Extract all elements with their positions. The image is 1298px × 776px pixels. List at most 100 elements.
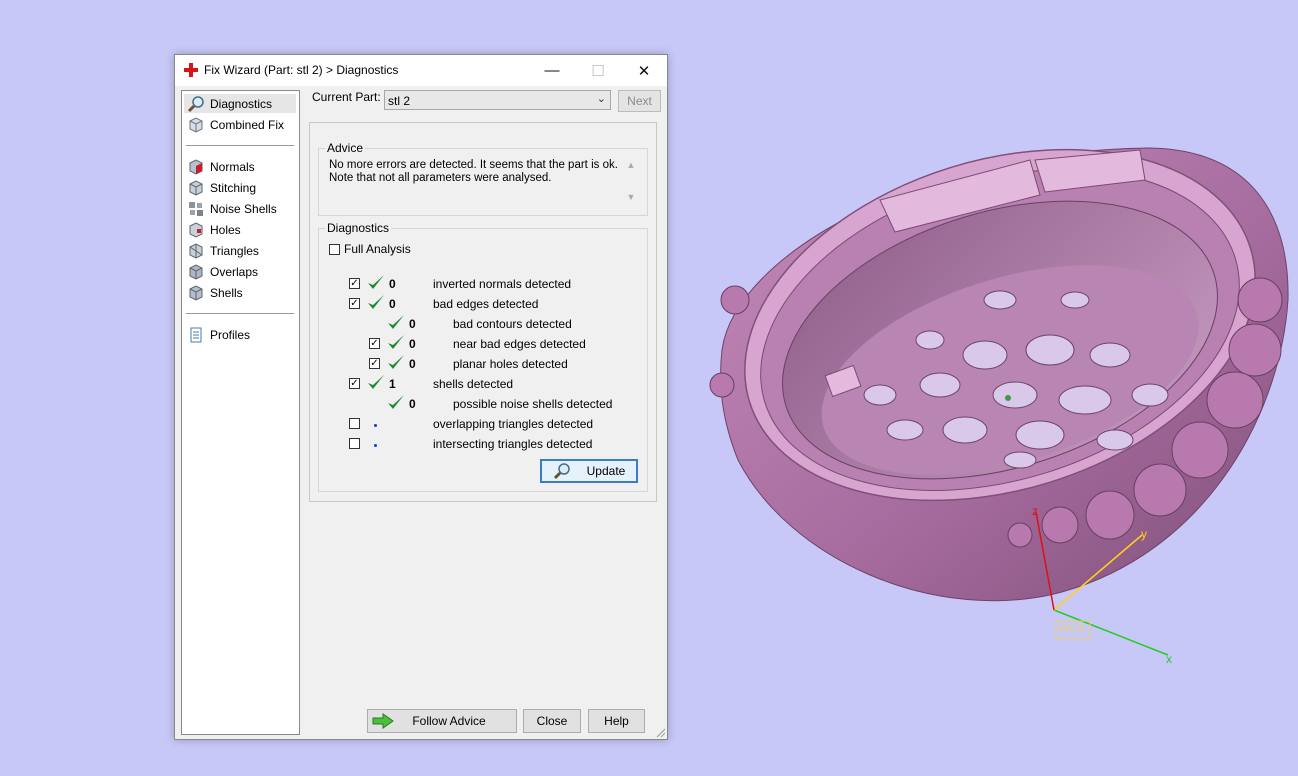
sidebar-item-overlaps[interactable]: Overlaps xyxy=(184,262,296,281)
update-button[interactable]: Update xyxy=(540,459,638,483)
sidebar-item-label: Triangles xyxy=(210,243,259,258)
overlaps-cube-icon xyxy=(189,263,203,280)
magnifier-icon xyxy=(553,463,570,480)
diagnostic-label: bad contours detected xyxy=(453,317,572,331)
diagnostic-label: possible noise shells detected xyxy=(453,397,613,411)
diagnostic-count: 1 xyxy=(389,377,396,391)
red-cross-icon xyxy=(184,63,198,77)
diagnostic-count: 0 xyxy=(389,277,396,291)
advice-line: Note that not all parameters were analys… xyxy=(329,172,552,184)
sidebar-item-label: Shells xyxy=(210,285,243,300)
shells-cube-icon xyxy=(189,284,203,301)
follow-advice-label: Follow Advice xyxy=(412,714,486,728)
document-icon xyxy=(190,327,202,342)
close-window-button[interactable]: ✕ xyxy=(621,55,667,86)
sidebar-item-label: Profiles xyxy=(210,327,251,342)
advice-text: No more errors are detected. It seems th… xyxy=(329,159,641,211)
diagnostic-label: shells detected xyxy=(433,377,514,391)
minimize-button[interactable]: — xyxy=(529,55,575,86)
scroll-down-icon: ▼ xyxy=(626,192,636,202)
maximize-button[interactable]: ☐ xyxy=(575,55,621,86)
diagnostic-count: 0 xyxy=(409,357,416,371)
sidebar-item-label: Diagnostics xyxy=(210,96,273,111)
sidebar-item-label: Combined Fix xyxy=(210,117,285,132)
full-analysis-checkbox[interactable] xyxy=(329,244,340,255)
current-part-dropdown[interactable]: stl 2 ⌄ xyxy=(384,90,611,110)
update-label: Update xyxy=(586,464,626,478)
magnifier-icon xyxy=(187,95,204,112)
sidebar-item-noise-shells[interactable]: Noise Shells xyxy=(184,199,296,218)
diagnostic-label: overlapping triangles detected xyxy=(433,417,594,431)
check-mark-icon xyxy=(368,375,384,389)
diagnostic-checkbox[interactable]: ✓ xyxy=(369,338,380,349)
diagnostics-title: Diagnostics xyxy=(325,221,392,235)
diagnostic-checkbox[interactable]: ✓ xyxy=(349,278,360,289)
diagnostic-checkbox[interactable]: ✓ xyxy=(349,298,360,309)
y-axis-label: y xyxy=(1141,527,1147,541)
close-button[interactable]: Close xyxy=(523,709,581,733)
diagnostic-count: 0 xyxy=(409,337,416,351)
window-title: Fix Wizard (Part: stl 2) > Diagnostics xyxy=(204,63,399,77)
diagnostic-checkbox[interactable]: ✓ xyxy=(369,358,380,369)
next-button[interactable]: Next xyxy=(618,90,661,112)
z-axis-label: z xyxy=(1032,504,1038,518)
current-part-value: stl 2 xyxy=(388,94,411,108)
advice-title: Advice xyxy=(325,141,366,155)
fix-sidebar: Diagnostics Combined Fix Normals Stitchi… xyxy=(181,90,300,735)
help-button[interactable]: Help xyxy=(588,709,645,733)
sidebar-item-label: Normals xyxy=(210,159,255,174)
sidebar-item-normals[interactable]: Normals xyxy=(184,157,296,176)
holes-cube-icon xyxy=(189,221,203,238)
triangles-cube-icon xyxy=(189,242,203,259)
wcs-label: WCS xyxy=(1059,623,1085,635)
full-analysis-label: Full Analysis xyxy=(344,242,411,256)
advice-line: No more errors are detected. It seems th… xyxy=(329,159,618,171)
sidebar-item-label: Noise Shells xyxy=(210,201,277,216)
diagnostic-label: planar holes detected xyxy=(453,357,568,371)
diagnostic-label: inverted normals detected xyxy=(433,277,572,291)
sidebar-item-diagnostics[interactable]: Diagnostics xyxy=(184,94,296,113)
sidebar-item-label: Stitching xyxy=(210,180,257,195)
sidebar-item-label: Holes xyxy=(210,222,241,237)
normals-cube-icon xyxy=(189,158,203,175)
follow-advice-button[interactable]: Follow Advice xyxy=(367,709,517,733)
stitching-cube-icon xyxy=(189,179,203,196)
current-part-label: Current Part: xyxy=(312,90,381,104)
green-arrow-icon xyxy=(372,713,394,729)
sidebar-item-holes[interactable]: Holes xyxy=(184,220,296,239)
noise-shells-icon xyxy=(189,201,203,216)
sidebar-item-profiles[interactable]: Profiles xyxy=(184,325,296,344)
chevron-down-icon: ⌄ xyxy=(596,93,606,105)
diagnostic-label: near bad edges detected xyxy=(453,337,586,351)
ring-model xyxy=(709,147,1289,602)
scroll-up-icon: ▲ xyxy=(626,160,636,170)
check-mark-icon xyxy=(368,295,384,309)
check-mark-icon xyxy=(388,315,404,329)
x-axis-label: x xyxy=(1166,652,1172,666)
diagnostic-checkbox[interactable]: ✓ xyxy=(349,378,360,389)
diagnostic-count: 0 xyxy=(389,297,396,311)
diagnostic-label: bad edges detected xyxy=(433,297,539,311)
diagnostic-checkbox[interactable] xyxy=(349,418,360,429)
cube-stack-icon xyxy=(189,116,203,133)
sidebar-item-stitching[interactable]: Stitching xyxy=(184,178,296,197)
sidebar-divider xyxy=(186,313,294,314)
check-mark-icon xyxy=(368,275,384,289)
pending-dot-icon xyxy=(374,424,377,427)
check-mark-icon xyxy=(388,335,404,349)
diagnostic-checkbox[interactable] xyxy=(349,438,360,449)
diagnostic-label: intersecting triangles detected xyxy=(433,437,593,451)
resize-grip-icon[interactable] xyxy=(655,727,665,737)
advice-scrollbar[interactable]: ▲ ▼ xyxy=(623,160,639,210)
diagnostic-count: 0 xyxy=(409,397,416,411)
sidebar-item-combined-fix[interactable]: Combined Fix xyxy=(184,115,296,134)
sidebar-item-triangles[interactable]: Triangles xyxy=(184,241,296,260)
fix-wizard-dialog: Fix Wizard (Part: stl 2) > Diagnostics —… xyxy=(174,54,668,740)
pending-dot-icon xyxy=(374,444,377,447)
sidebar-divider xyxy=(186,145,294,146)
check-mark-icon xyxy=(388,395,404,409)
check-mark-icon xyxy=(388,355,404,369)
sidebar-item-shells[interactable]: Shells xyxy=(184,283,296,302)
title-bar[interactable]: Fix Wizard (Part: stl 2) > Diagnostics —… xyxy=(175,55,667,86)
sidebar-item-label: Overlaps xyxy=(210,264,259,279)
